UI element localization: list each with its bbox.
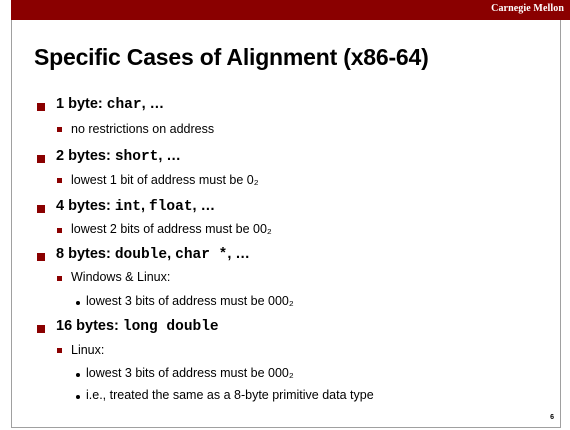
item-label: 2 bytes: bbox=[56, 148, 115, 164]
bullet-square-icon bbox=[57, 178, 62, 183]
item-label: 16 bytes: bbox=[56, 318, 123, 334]
bullet-square-icon bbox=[37, 325, 45, 333]
sub-item: lowest 2 bits of address must be 00₂ bbox=[71, 222, 272, 236]
list-item: 16 bytes: long double bbox=[56, 318, 219, 335]
sub-item: Windows & Linux: bbox=[71, 270, 171, 284]
sub-item: Linux: bbox=[71, 343, 105, 357]
bullet-square-icon bbox=[37, 155, 45, 163]
sub-sub-item: i.e., treated the same as a 8-byte primi… bbox=[86, 388, 374, 402]
item-code: double bbox=[114, 247, 168, 263]
item-code: long double bbox=[122, 319, 219, 335]
list-item: 8 bytes: double, char *, … bbox=[56, 246, 250, 263]
slide-title: Specific Cases of Alignment (x86-64) bbox=[34, 44, 429, 70]
item-code: short bbox=[114, 149, 159, 165]
bullet-square-icon bbox=[57, 228, 62, 233]
bullet-square-icon bbox=[37, 205, 45, 213]
header-bar: Carnegie Mellon bbox=[11, 0, 570, 20]
item-suffix: , … bbox=[141, 96, 165, 112]
bullet-dot-icon bbox=[76, 301, 80, 305]
item-label: 4 bytes: bbox=[56, 198, 115, 214]
item-code: char * bbox=[175, 247, 228, 263]
item-label: 8 bytes: bbox=[56, 246, 115, 262]
item-separator: , bbox=[167, 246, 176, 262]
item-code: char bbox=[106, 97, 142, 113]
sub-item: no restrictions on address bbox=[71, 122, 215, 136]
brand-label: Carnegie Mellon bbox=[491, 3, 564, 14]
bullet-dot-icon bbox=[76, 395, 80, 399]
list-item: 4 bytes: int, float, … bbox=[56, 198, 215, 215]
sub-sub-item: lowest 3 bits of address must be 000₂ bbox=[86, 294, 294, 308]
sub-sub-item: lowest 3 bits of address must be 000₂ bbox=[86, 366, 294, 380]
bullet-square-icon bbox=[37, 103, 45, 111]
item-code: int bbox=[114, 199, 141, 215]
page-number: 6 bbox=[550, 414, 554, 421]
slide: Carnegie Mellon Specific Cases of Alignm… bbox=[0, 0, 570, 430]
bullet-square-icon bbox=[37, 253, 45, 261]
item-label: 1 byte: bbox=[56, 96, 107, 112]
bullet-square-icon bbox=[57, 276, 62, 281]
list-item: 2 bytes: short, … bbox=[56, 148, 181, 165]
item-code: float bbox=[149, 199, 193, 215]
bullet-square-icon bbox=[57, 348, 62, 353]
item-suffix: , … bbox=[227, 246, 250, 262]
item-suffix: , … bbox=[158, 148, 181, 164]
bullet-square-icon bbox=[57, 127, 62, 132]
item-separator: , bbox=[140, 198, 150, 214]
sub-item: lowest 1 bit of address must be 0₂ bbox=[71, 173, 259, 187]
item-suffix: , … bbox=[192, 198, 216, 214]
list-item: 1 byte: char, … bbox=[56, 96, 164, 113]
bullet-dot-icon bbox=[76, 373, 80, 377]
